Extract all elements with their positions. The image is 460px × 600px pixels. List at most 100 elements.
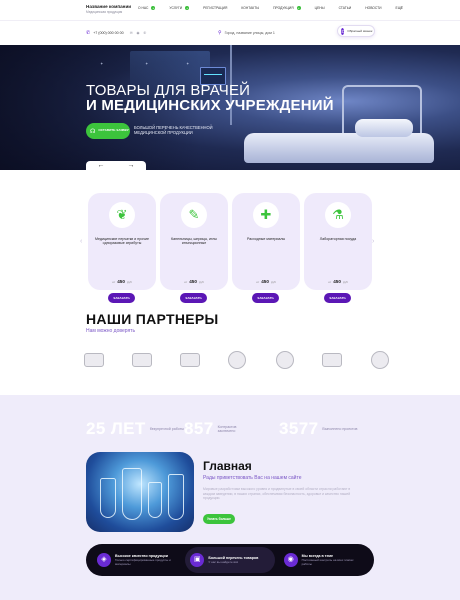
social-icons[interactable]: ✉ ◉ ✆ xyxy=(130,31,148,35)
quality-icon: ◈ xyxy=(97,553,111,567)
hero-ornament-icon: ✦ xyxy=(145,61,149,66)
headset-icon: ☊ xyxy=(90,128,96,135)
partner-logo[interactable] xyxy=(273,349,297,371)
bandage-icon: ✚ xyxy=(253,202,279,228)
about-title: Главная xyxy=(203,459,252,473)
product-card[interactable]: ✎ Капельницы, шприцы, иглы инъекционные … xyxy=(160,193,228,303)
request-button-label: Оставить заявку xyxy=(98,128,129,133)
stat-number: 3577 xyxy=(279,419,319,438)
carousel-prev-icon[interactable]: ‹ xyxy=(80,238,82,245)
order-button[interactable]: Заказать xyxy=(324,293,351,303)
products-carousel: ‹ › ❦ Медицинские перчатки и прочие одно… xyxy=(0,170,460,303)
features-bar: ◈ Высокое качество продукции Только серт… xyxy=(86,544,374,576)
request-button[interactable]: ☊ Оставить заявку xyxy=(86,123,130,139)
stat-contracts: 857 Контрактов заключено xyxy=(184,419,254,439)
product-card[interactable]: ⚗ Лабораторная посуда от 450 руб Заказать xyxy=(304,193,372,303)
stat-caption: Контрактов заключено xyxy=(217,424,237,433)
stat-projects: 3577 Выполнено проектов xyxy=(279,419,358,439)
hero-ornament-icon: ✦ xyxy=(186,61,190,66)
phone-number: +7 (000) 000 00 00 xyxy=(93,31,124,35)
hero-pillow-decor xyxy=(355,119,413,137)
phone-icon: ✆ xyxy=(86,30,91,36)
partner-logo[interactable] xyxy=(368,349,392,371)
stat-caption: безупречной работы xyxy=(149,426,184,431)
hero-title-line2: И МЕДИЦИНСКИХ УЧРЕЖДЕНИЙ xyxy=(86,97,334,114)
hero-ornament-icon: ✦ xyxy=(100,61,104,66)
callback-label: Обратный звонок xyxy=(347,29,373,33)
partners-subtitle: Нам можно доверять xyxy=(86,328,136,334)
product-title: Лабораторная посуда xyxy=(319,237,357,241)
arrow-right-icon[interactable]: → xyxy=(128,162,135,169)
product-card[interactable]: ✚ Расходные материалы от 450 руб Заказать xyxy=(232,193,300,303)
company-logo[interactable]: Название компании Медицинская продукция xyxy=(86,4,131,14)
partners-title: НАШИ ПАРТНЕРЫ xyxy=(86,311,219,327)
product-card[interactable]: ❦ Медицинские перчатки и прочие одноразо… xyxy=(88,193,156,303)
feature-item-quality: ◈ Высокое качество продукции Только серт… xyxy=(92,547,181,573)
company-tagline: Медицинская продукция xyxy=(86,10,123,14)
stat-number: 857 xyxy=(184,419,214,438)
feature-desc: Только сертифицированные продукты и мате… xyxy=(115,557,171,566)
order-button[interactable]: Заказать xyxy=(108,293,135,303)
partner-logos xyxy=(84,349,389,373)
contact-bar: ✆ +7 (000) 000 00 00 ✉ ◉ ✆ ⚲ Город, назв… xyxy=(0,20,460,44)
address-text: Город, название улицы, дом 1 xyxy=(224,31,275,35)
feature-item-range: ▣ Большой перечень товаров У нас вы найд… xyxy=(185,547,275,573)
nav-item-prices[interactable]: Цены xyxy=(315,6,325,10)
location-pin-icon: ⚲ xyxy=(218,30,222,36)
catalog-icon: ▣ xyxy=(190,553,205,567)
phone-icon: ✆ xyxy=(341,27,345,35)
company-name: Название компании xyxy=(86,4,132,9)
top-header: Название компании Медицинская продукция … xyxy=(0,0,460,18)
carousel-next-icon[interactable]: › xyxy=(372,238,374,245)
about-subtitle: Рады приветствовать Вас на нашем сайте xyxy=(203,475,302,481)
plus-icon: + xyxy=(185,6,190,10)
feature-item-expertise: ◉ Мы всегда в теме Постоянный контроль н… xyxy=(279,547,368,573)
partner-logo[interactable] xyxy=(320,349,344,371)
product-title: Расходные материалы xyxy=(246,237,286,241)
hero-slider-controls: ← → xyxy=(86,161,146,170)
feature-desc: Постоянный контроль на всех этапах работ… xyxy=(301,557,354,566)
about-description: Мировые разработчики высокого уровня и п… xyxy=(203,487,351,501)
nav-item-products[interactable]: Продукция + xyxy=(273,6,301,10)
nav-item-news[interactable]: Новости xyxy=(365,6,381,10)
callback-button[interactable]: ✆ Обратный звонок xyxy=(337,25,375,37)
partner-logo[interactable] xyxy=(225,349,249,371)
partner-logo[interactable] xyxy=(130,349,154,371)
partner-logo[interactable] xyxy=(82,349,106,371)
product-price: от 450 руб xyxy=(256,279,276,284)
product-price: от 450 руб xyxy=(112,279,132,284)
nav-item-articles[interactable]: Статьи xyxy=(339,6,352,10)
flask-icon: ⚗ xyxy=(325,202,351,228)
address: ⚲ Город, название улицы, дом 1 xyxy=(218,30,275,36)
syringe-icon: ✎ xyxy=(181,202,207,228)
learn-more-button[interactable]: Узнать больше xyxy=(203,514,235,524)
hero-bed-decor xyxy=(244,133,434,163)
nav-item-services[interactable]: Услуги + xyxy=(169,6,190,10)
order-button[interactable]: Заказать xyxy=(252,293,279,303)
hero-banner: ✦ ✦ ✦ ТОВАРЫ ДЛЯ ВРАЧЕЙ И МЕДИЦИНСКИХ УЧ… xyxy=(0,45,460,170)
stat-caption: Выполнено проектов xyxy=(322,426,358,431)
lab-glassware-image xyxy=(86,452,194,532)
main-nav: О нас + Услуги + Регистрация Контакты Прод… xyxy=(138,6,417,10)
stat-years: 25 ЛЕТ безупречной работы xyxy=(86,419,186,439)
plus-icon: + xyxy=(296,6,301,10)
target-icon: ◉ xyxy=(283,553,298,567)
phone-link[interactable]: ✆ +7 (000) 000 00 00 ✉ ◉ ✆ xyxy=(86,30,148,36)
plus-icon: + xyxy=(151,6,156,10)
hero-tagline: Большой перечень качественной медицинско… xyxy=(134,125,213,135)
product-price: от 450 руб xyxy=(328,279,348,284)
nav-item-about[interactable]: О нас + xyxy=(138,6,156,10)
product-title: Медицинские перчатки и прочие одноразовы… xyxy=(94,237,150,246)
nav-item-contacts[interactable]: Контакты xyxy=(241,6,259,10)
nav-item-registration[interactable]: Регистрация xyxy=(203,6,227,10)
feature-desc: У нас вы найдете всё xyxy=(208,559,239,564)
partner-logo[interactable] xyxy=(178,349,202,371)
nav-item-more[interactable]: ЕЩЁ xyxy=(396,6,404,10)
feature-title: Большой перечень товаров xyxy=(208,555,259,560)
product-title: Капельницы, шприцы, иглы инъекционные xyxy=(171,237,217,246)
stat-number: 25 ЛЕТ xyxy=(86,419,146,438)
gloves-icon: ❦ xyxy=(109,202,135,228)
arrow-left-icon[interactable]: ← xyxy=(98,162,105,169)
order-button[interactable]: Заказать xyxy=(180,293,207,303)
product-price: от 450 руб xyxy=(184,279,204,284)
